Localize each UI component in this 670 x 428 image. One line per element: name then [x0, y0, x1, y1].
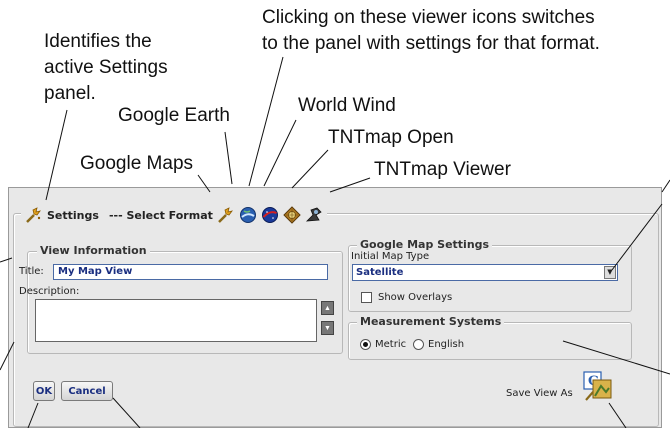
title-field[interactable]: My Map View: [53, 264, 328, 280]
ok-button[interactable]: OK: [33, 381, 55, 401]
settings-icon: [26, 207, 41, 223]
english-radio[interactable]: [413, 339, 424, 350]
scroll-up-arrow-icon: ▲: [324, 304, 331, 312]
tntmap-open-icon[interactable]: [283, 206, 301, 224]
world-wind-icon[interactable]: [261, 206, 279, 224]
callout-tntmap-viewer: TNTmap Viewer: [374, 159, 511, 180]
callout-world-wind: World Wind: [298, 95, 396, 116]
callout-google-earth: Google Earth: [118, 105, 230, 126]
save-view-as-label: Save View As: [506, 388, 573, 399]
scroll-down-arrow-icon: ▼: [324, 324, 331, 332]
save-view-as-icon[interactable]: G: [581, 370, 615, 404]
callout-active-panel-line3: panel.: [44, 83, 96, 104]
callout-tntmap-open: TNTmap Open: [328, 127, 454, 148]
google-map-settings-legend: Google Map Settings: [357, 238, 493, 251]
settings-dialog: Settings --- Select Format View Informat…: [8, 187, 662, 428]
metric-radio[interactable]: [360, 339, 371, 350]
english-label: English: [428, 339, 465, 350]
settings-label: Settings: [47, 208, 99, 222]
chevron-down-icon[interactable]: ▼: [604, 266, 616, 279]
metric-label: Metric: [375, 339, 407, 350]
view-information-legend: View Information: [37, 244, 150, 257]
select-format-label: --- Select Format: [108, 208, 213, 222]
initial-map-type-value: Satellite: [356, 267, 404, 278]
cancel-button[interactable]: Cancel: [61, 381, 113, 401]
scroll-up-button[interactable]: ▲: [321, 301, 334, 315]
callout-active-panel-line1: Identifies the: [44, 31, 152, 52]
callout-viewer-icons-line1: Clicking on these viewer icons switches: [262, 7, 595, 28]
description-label: Description:: [19, 286, 80, 297]
select-format-settings-icon[interactable]: [217, 206, 235, 224]
initial-map-type-label: Initial Map Type: [351, 251, 430, 262]
show-overlays-checkbox[interactable]: [361, 292, 372, 303]
callout-viewer-icons-line2: to the panel with settings for that form…: [262, 33, 600, 54]
description-field[interactable]: [35, 299, 317, 342]
initial-map-type-select[interactable]: Satellite ▼: [352, 264, 618, 281]
measurement-systems-legend: Measurement Systems: [357, 315, 505, 328]
settings-header: Settings --- Select Format: [21, 202, 327, 228]
google-earth-icon[interactable]: [239, 206, 257, 224]
show-overlays-label: Show Overlays: [378, 292, 453, 303]
scroll-down-button[interactable]: ▼: [321, 321, 334, 335]
callout-google-maps: Google Maps: [80, 153, 194, 174]
callout-active-panel-line2: active Settings: [44, 57, 168, 78]
title-label: Title:: [19, 266, 44, 277]
tntmap-viewer-icon[interactable]: [305, 206, 323, 224]
